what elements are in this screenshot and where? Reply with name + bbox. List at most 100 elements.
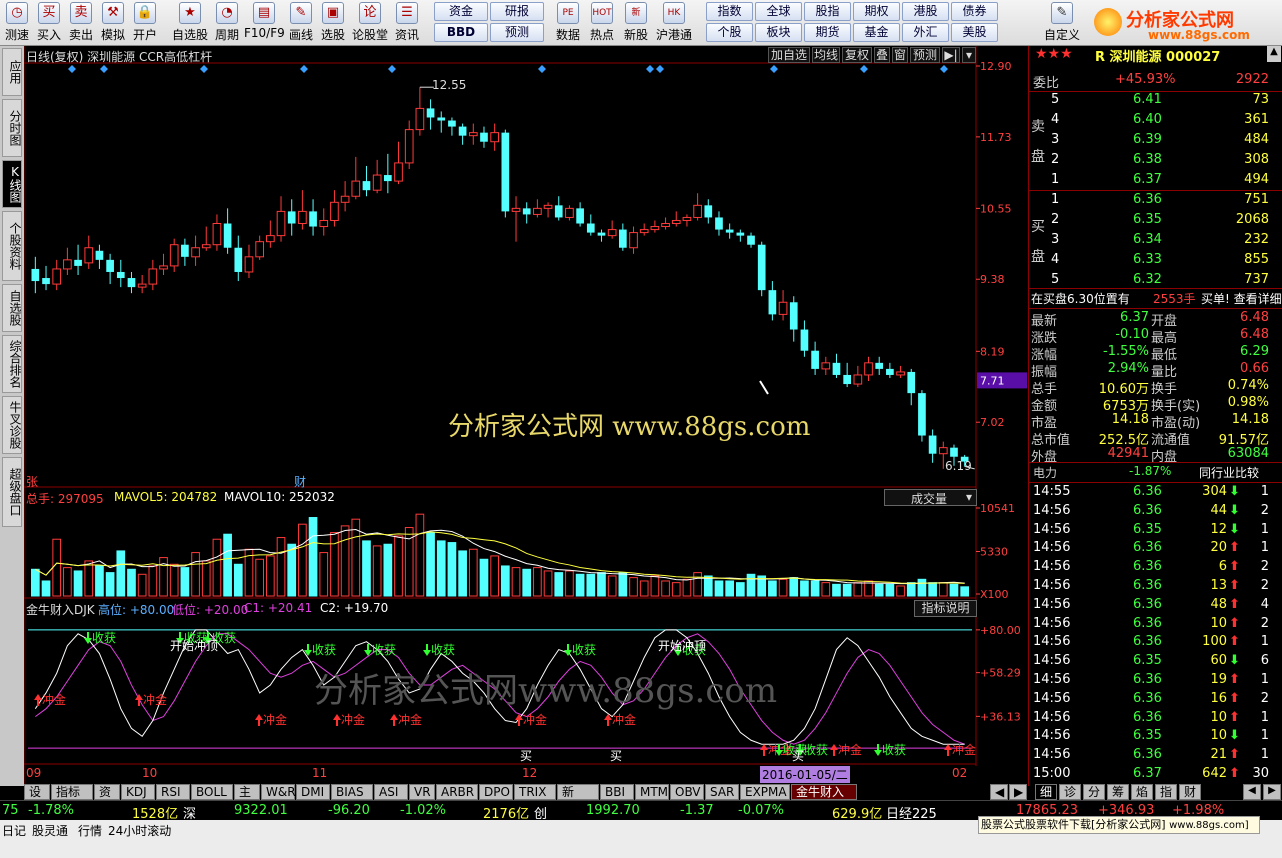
tab-scroll-right-icon[interactable]: ▶	[1009, 784, 1027, 800]
left-tab-4[interactable]: 自选股	[2, 284, 22, 332]
buy-row[interactable]: 4 6.33 855	[1029, 252, 1282, 270]
chart-header-button-2[interactable]: 复权	[842, 47, 872, 63]
sell-row[interactable]: 1 6.37 494	[1029, 172, 1282, 190]
left-tab-3[interactable]: 个股资料	[2, 211, 22, 281]
toolbar-button-8[interactable]: ✎ 画线	[286, 2, 316, 44]
indicator-tab-16[interactable]: BBI	[600, 784, 634, 800]
indicator-tab-3[interactable]: KDJ	[121, 784, 155, 800]
indicator-explain-button[interactable]: 指标说明	[914, 600, 977, 617]
toolbar-button2-3[interactable]: HK 沪港通	[654, 2, 694, 44]
indicator-tab-4[interactable]: RSI	[156, 784, 190, 800]
toolbar-button-9[interactable]: ▣ 选股	[318, 2, 348, 44]
chart-header-button-1[interactable]: 均线	[812, 47, 840, 63]
toolbar-market-button[interactable]: 个股	[706, 23, 753, 42]
kline-chart-area[interactable]: 12.90 11.73 10.55 9.38 8.19 7.71 7.02 10541 5330…	[23, 46, 1028, 786]
toolbar-market-button[interactable]: 债券	[951, 2, 998, 21]
toolbar-button-5[interactable]: ★ 自选股	[170, 2, 210, 44]
quote-tab-0[interactable]: 细	[1035, 784, 1057, 800]
volume-dropdown[interactable]: 成交量 ▾	[884, 489, 977, 506]
left-tab-6[interactable]: 牛叉诊股	[2, 396, 22, 454]
quote-tab-5[interactable]: 指	[1155, 784, 1177, 800]
toolbar-button-3[interactable]: ⚒ 模拟	[98, 2, 128, 44]
left-tab-0[interactable]: 应用	[2, 48, 22, 96]
left-tab-2[interactable]: K线图	[2, 160, 22, 208]
toolbar-market-button[interactable]: 全球	[755, 2, 802, 21]
chart-header-button-3[interactable]: 叠	[874, 47, 890, 63]
indicator-tab-2[interactable]: 资讯	[94, 784, 120, 814]
left-tab-7[interactable]: 超级盘口	[2, 457, 22, 527]
indicator-tab-8[interactable]: DMI	[296, 784, 330, 800]
toolbar-button-2[interactable]: 卖卖出	[66, 2, 96, 44]
sell-row[interactable]: 2 6.38 308	[1029, 152, 1282, 170]
toolbar-button-1[interactable]: 买买入	[34, 2, 64, 44]
status-item-3[interactable]: 24小时滚动	[108, 822, 171, 839]
indicator-tab-21[interactable]: 金牛财入DJK	[791, 784, 857, 814]
indicator-tab-18[interactable]: OBV	[670, 784, 704, 800]
indicator-tab-0[interactable]: 设置	[24, 784, 50, 814]
toolbar-button-11[interactable]: ☰ 资讯	[392, 2, 422, 44]
toolbar-market-button[interactable]: 股指	[804, 2, 851, 21]
buy-row[interactable]: 3 6.34 232	[1029, 232, 1282, 250]
ad-banner[interactable]: 股票公式股票软件下载[分析家公式网] www.88gs.com]	[978, 816, 1260, 834]
toolbar-market-button[interactable]: 外汇	[902, 23, 949, 42]
chart-header-button-7[interactable]: ▾	[962, 47, 976, 63]
toolbar-button2-1[interactable]: HOT 热点	[586, 2, 618, 44]
toolbar-market-button[interactable]: 板块	[755, 23, 802, 42]
toolbar-market-button[interactable]: 基金	[853, 23, 900, 42]
indicator-tab-14[interactable]: TRIX	[514, 784, 556, 800]
indicator-tab-19[interactable]: SAR	[705, 784, 739, 800]
left-tab-1[interactable]: 分时图	[2, 99, 22, 157]
indicator-tab-6[interactable]: 主力	[234, 784, 260, 814]
toolbar-market-button[interactable]: 港股	[902, 2, 949, 21]
toolbar-button2-0[interactable]: PE 数据	[552, 2, 584, 44]
toolbar-market-button[interactable]: 美股	[951, 23, 998, 42]
industry-compare-link[interactable]: 同行业比较	[1199, 464, 1259, 481]
industry-row[interactable]: 电力 -1.87% 同行业比较	[1029, 464, 1282, 482]
toolbar-small-button[interactable]: 资金	[434, 2, 488, 21]
indicator-tab-11[interactable]: VR	[409, 784, 435, 800]
sell-row[interactable]: 3 6.39 484	[1029, 132, 1282, 150]
buy-row[interactable]: 2 6.35 2068	[1029, 212, 1282, 230]
quote-tab-4[interactable]: 焰	[1131, 784, 1153, 800]
left-tab-5[interactable]: 综合排名	[2, 335, 22, 393]
toolbar-market-button[interactable]: 指数	[706, 2, 753, 21]
scroll-left-icon[interactable]: ◀	[1243, 784, 1261, 800]
scroll-right-icon[interactable]: ▶	[1263, 784, 1281, 800]
status-item-1[interactable]: 股灵通	[32, 822, 68, 839]
indicator-tab-1[interactable]: 指标平台	[51, 784, 93, 814]
chart-header-button-5[interactable]: 预测	[910, 47, 940, 63]
status-item-2[interactable]: 行情	[78, 822, 102, 839]
indicator-tab-10[interactable]: ASI	[374, 784, 408, 800]
indicator-tab-17[interactable]: MTM	[635, 784, 669, 800]
indicator-tab-12[interactable]: ARBR	[436, 784, 478, 800]
status-item-0[interactable]: 日记	[2, 822, 26, 839]
chart-header-button-4[interactable]: 窗	[892, 47, 908, 63]
indicator-tab-7[interactable]: W&R	[261, 784, 296, 800]
indicator-tab-13[interactable]: DPO	[479, 784, 513, 800]
sell-row[interactable]: 5 6.41 73	[1029, 92, 1282, 110]
toolbar-button-7[interactable]: ▤ F10/F9	[244, 2, 285, 44]
chart-header-button-0[interactable]: 加自选	[768, 47, 810, 63]
quote-tab-6[interactable]: 财	[1179, 784, 1201, 800]
notice-row[interactable]: 在买盘6.30位置有 2553手 买单! 查看详细	[1029, 290, 1282, 308]
toolbar-button-4[interactable]: 🔒 开户	[130, 2, 160, 44]
toolbar-market-button[interactable]: 期货	[804, 23, 851, 42]
toolbar-market-button[interactable]: 期权	[853, 2, 900, 21]
indicator-tab-15[interactable]: 新DMA	[557, 784, 599, 814]
tab-scroll-left-icon[interactable]: ◀	[990, 784, 1008, 800]
indicator-tab-20[interactable]: EXPMA	[740, 784, 790, 800]
notice-detail-link[interactable]: 买单! 查看详细	[1201, 290, 1282, 307]
quote-tab-3[interactable]: 筹	[1107, 784, 1129, 800]
toolbar-button-0[interactable]: ◷ 测速	[2, 2, 32, 44]
toolbar-small-button[interactable]: BBD	[434, 23, 488, 42]
toolbar-small-button[interactable]: 预测	[490, 23, 544, 42]
indicator-tab-9[interactable]: BIAS	[331, 784, 373, 800]
quote-tab-1[interactable]: 诊	[1059, 784, 1081, 800]
scroll-up-icon[interactable]: ▲	[1267, 46, 1281, 62]
buy-row[interactable]: 1 6.36 751	[1029, 192, 1282, 210]
chart-header-button-6[interactable]: ▶|	[942, 47, 960, 63]
toolbar-button2-2[interactable]: 新新股	[620, 2, 652, 44]
sell-row[interactable]: 4 6.40 361	[1029, 112, 1282, 130]
toolbar-small-button[interactable]: 研报	[490, 2, 544, 21]
custom-button[interactable]: ✎ 自定义	[1040, 2, 1084, 44]
